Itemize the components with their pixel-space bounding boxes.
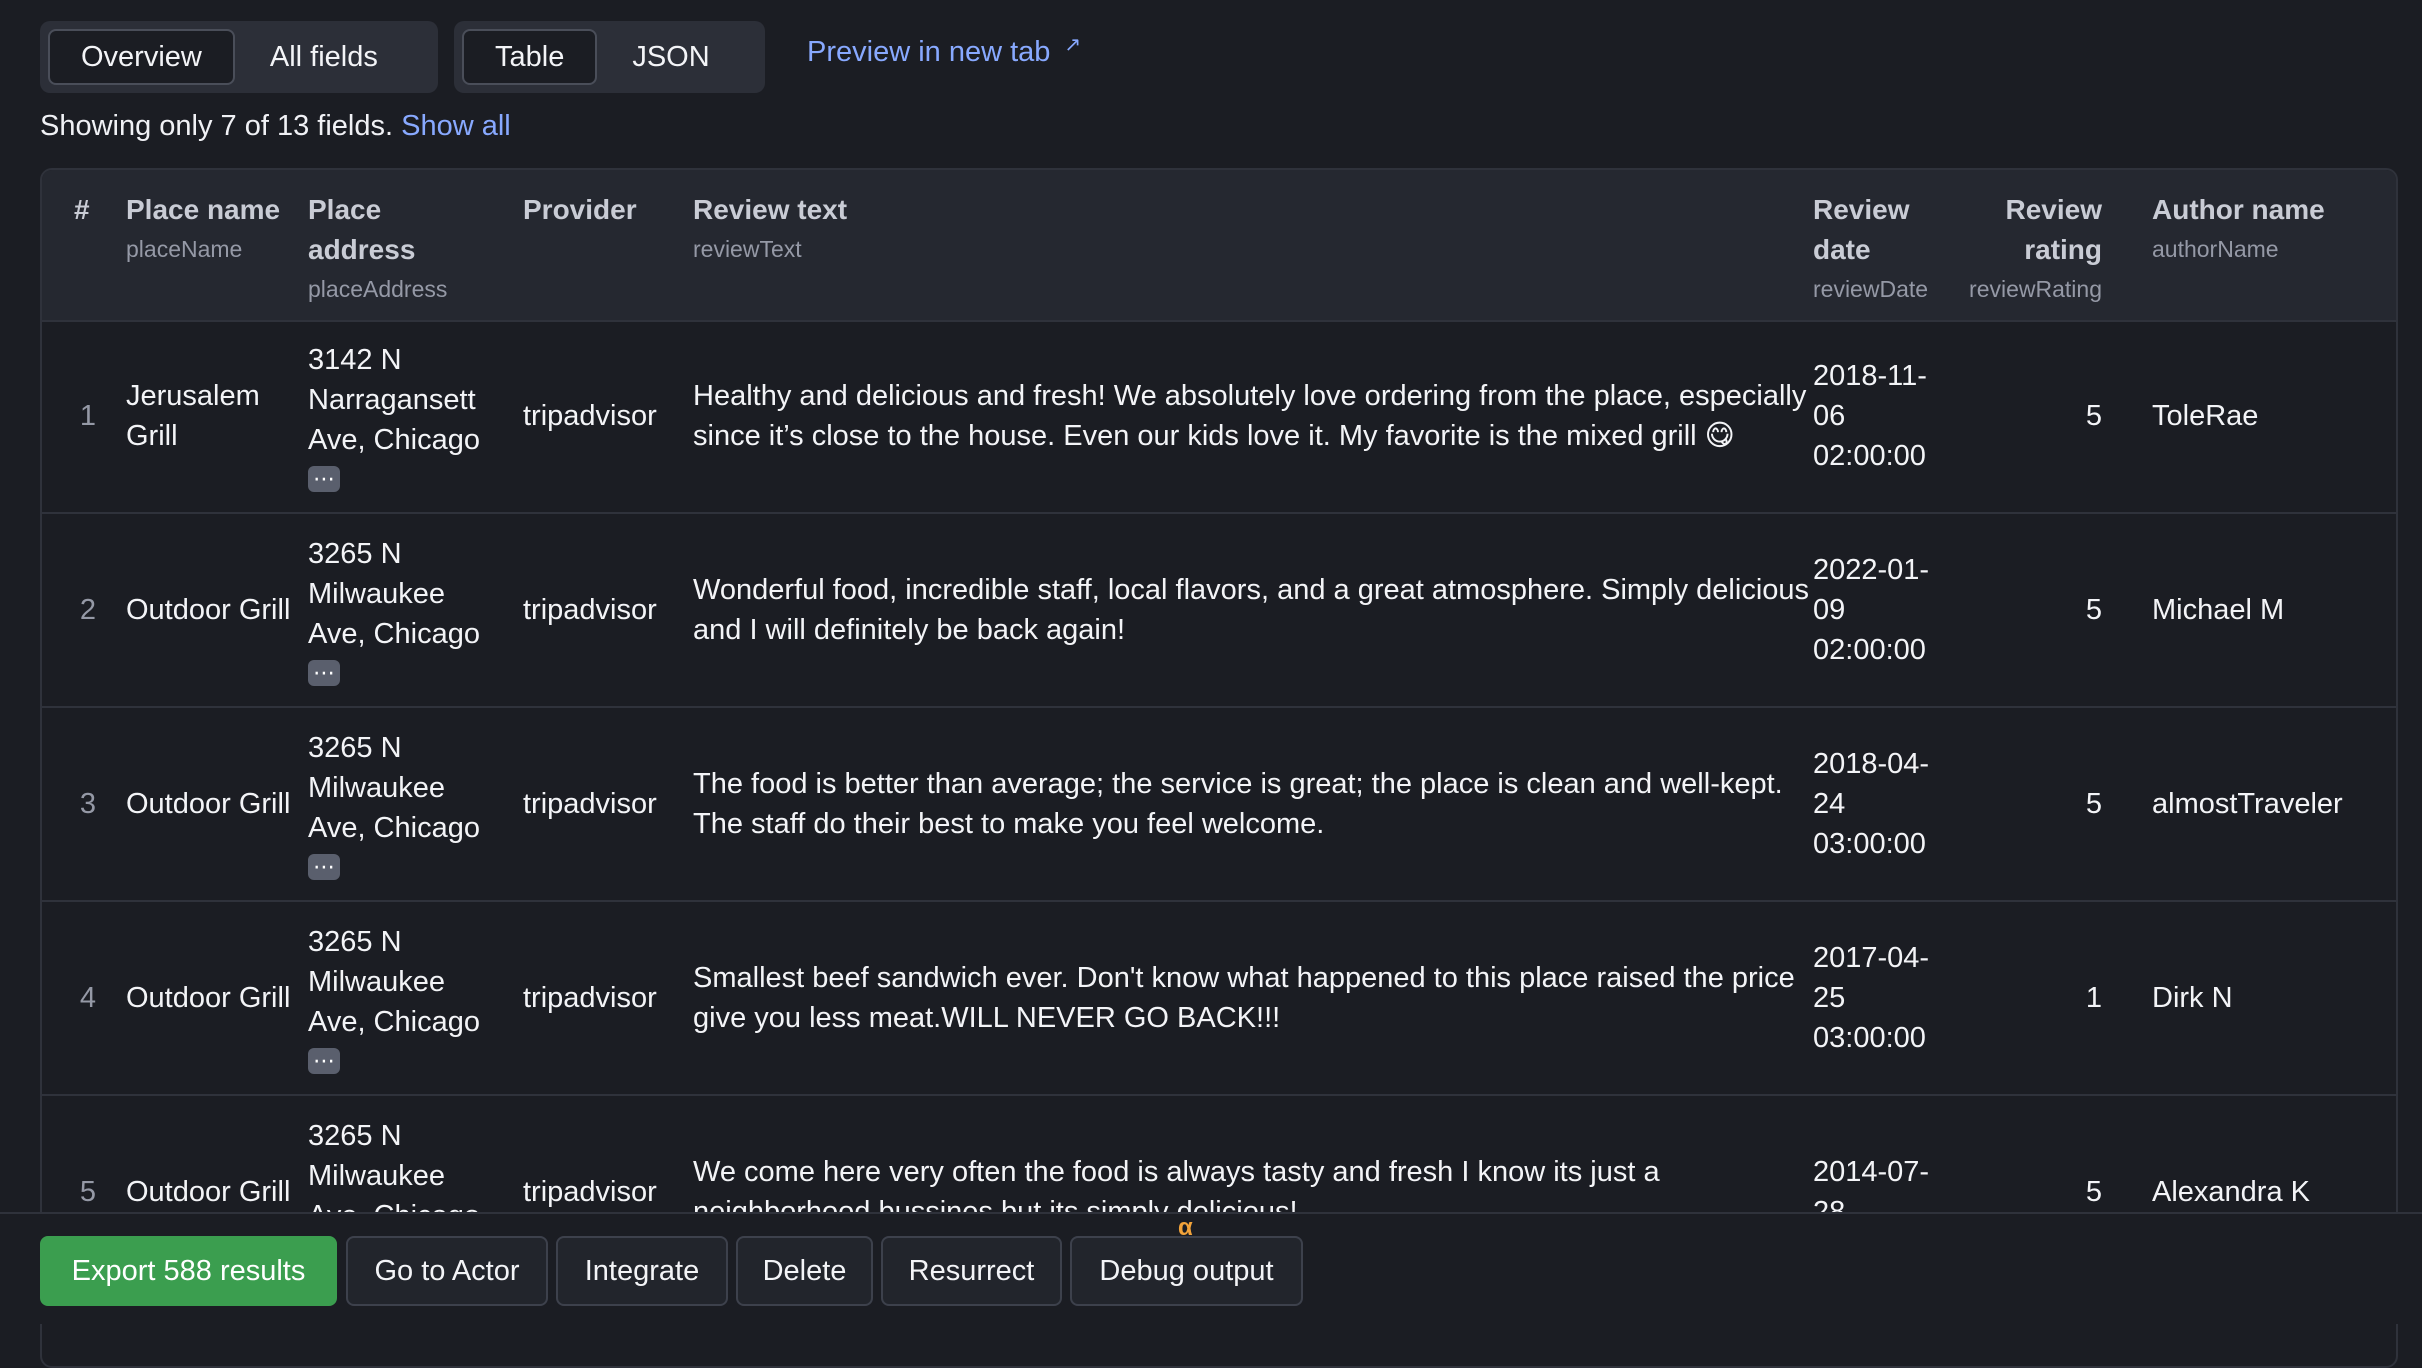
fields-info: Showing only 7 of 13 fields. Show all [40, 110, 511, 143]
col-header-place-address[interactable]: Place address placeAddress [308, 190, 488, 308]
cell-place-address: 3265 N Milwaukee Ave, Chicago⋯ [308, 926, 480, 1074]
cell-place-name: Outdoor Grill [126, 982, 291, 1014]
cell-review-date: 2018-11-06 02:00:00 [1813, 360, 1927, 472]
cell-place-address: 3265 N Milwaukee Ave, Chicago⋯ [308, 538, 480, 686]
format-tabs: Table JSON [454, 21, 765, 93]
cell-provider: tripadvisor [523, 982, 657, 1014]
cell-place-address: 3265 N Milwaukee Ave, Chicago⋯ [308, 732, 480, 880]
cell-provider: tripadvisor [523, 788, 657, 820]
row-index: 1 [79, 400, 96, 432]
table-row: 2 Outdoor Grill 3265 N Milwaukee Ave, Ch… [42, 514, 2396, 708]
cell-review-rating: 5 [2085, 400, 2102, 432]
show-all-link[interactable]: Show all [401, 110, 511, 142]
cell-review-date: 2017-04-25 03:00:00 [1813, 942, 1930, 1054]
expand-address-button[interactable]: ⋯ [308, 466, 340, 492]
col-header-review-rating[interactable]: Review rating reviewRating [1962, 190, 2102, 308]
cell-provider: tripadvisor [523, 594, 657, 626]
col-header-index: # [74, 194, 90, 225]
expand-address-button[interactable]: ⋯ [308, 1048, 340, 1074]
cell-review-date: 2018-04-24 03:00:00 [1813, 748, 1930, 860]
table-row: 3 Outdoor Grill 3265 N Milwaukee Ave, Ch… [42, 708, 2396, 902]
cell-place-address: 3142 N Narragansett Ave, Chicago ⋯ [308, 344, 480, 492]
go-to-actor-button[interactable]: Go to Actor [346, 1236, 548, 1306]
cell-author-name: Michael M [2152, 594, 2285, 626]
expand-address-button[interactable]: ⋯ [308, 660, 340, 686]
preview-in-new-tab-link[interactable]: Preview in new tab ↗ [807, 34, 1081, 69]
delete-button[interactable]: Delete [736, 1236, 873, 1306]
cell-review-text: Wonderful food, incredible staff, local … [693, 574, 1810, 646]
cell-author-name: ToleRae [2152, 400, 2259, 432]
cell-author-name: almostTraveler [2152, 788, 2343, 820]
table-row: 4 Outdoor Grill 3265 N Milwaukee Ave, Ch… [42, 902, 2396, 1096]
cell-review-rating: 5 [2085, 594, 2102, 626]
results-table: # Place name placeName Place address pla… [40, 168, 2398, 1368]
cell-place-name: Outdoor Grill [126, 788, 291, 820]
tab-json[interactable]: JSON [601, 29, 740, 85]
cell-review-date: 2022-01-09 02:00:00 [1813, 554, 1930, 666]
cell-review-text: The food is better than average; the ser… [693, 768, 1783, 840]
col-header-place-name[interactable]: Place name placeName [126, 190, 286, 268]
view-tabs: Overview All fields [40, 21, 438, 93]
table-header: # Place name placeName Place address pla… [42, 170, 2396, 322]
cell-author-name: Dirk N [2152, 982, 2233, 1014]
col-header-review-text[interactable]: Review text reviewText [693, 190, 847, 268]
row-index: 3 [79, 788, 96, 820]
preview-link-label: Preview in new tab [807, 36, 1051, 68]
col-header-review-date[interactable]: Review date reviewDate [1813, 190, 1953, 308]
debug-output-button[interactable]: Debug output [1070, 1236, 1303, 1306]
col-header-provider[interactable]: Provider [523, 190, 637, 230]
tab-overview[interactable]: Overview [48, 29, 235, 85]
cell-place-name: Outdoor Grill [126, 594, 291, 626]
col-header-author-name[interactable]: Author name authorName [2152, 190, 2382, 268]
row-index: 4 [79, 982, 96, 1014]
export-results-button[interactable]: Export 588 results [40, 1236, 337, 1306]
cell-review-rating: 5 [2085, 788, 2102, 820]
tab-table[interactable]: Table [462, 29, 598, 85]
cell-place-name: Jerusalem Grill [126, 380, 260, 452]
external-link-icon: ↗ [1064, 34, 1082, 56]
tab-all-fields[interactable]: All fields [239, 29, 409, 85]
cell-provider: tripadvisor [523, 400, 657, 432]
resurrect-button[interactable]: Resurrect [881, 1236, 1062, 1306]
expand-address-button[interactable]: ⋯ [308, 854, 340, 880]
integrate-button[interactable]: Integrate [556, 1236, 728, 1306]
cell-review-text: Smallest beef sandwich ever. Don't know … [693, 962, 1795, 1034]
action-bar: α Export 588 results Go to Actor Integra… [0, 1212, 2422, 1324]
row-index: 2 [79, 594, 96, 626]
fields-info-text: Showing only 7 of 13 fields. [40, 110, 394, 142]
table-row: 1 Jerusalem Grill 3142 N Narragansett Av… [42, 320, 2396, 514]
cell-review-rating: 1 [2085, 982, 2102, 1014]
cell-review-text: Healthy and delicious and fresh! We abso… [693, 380, 1807, 452]
